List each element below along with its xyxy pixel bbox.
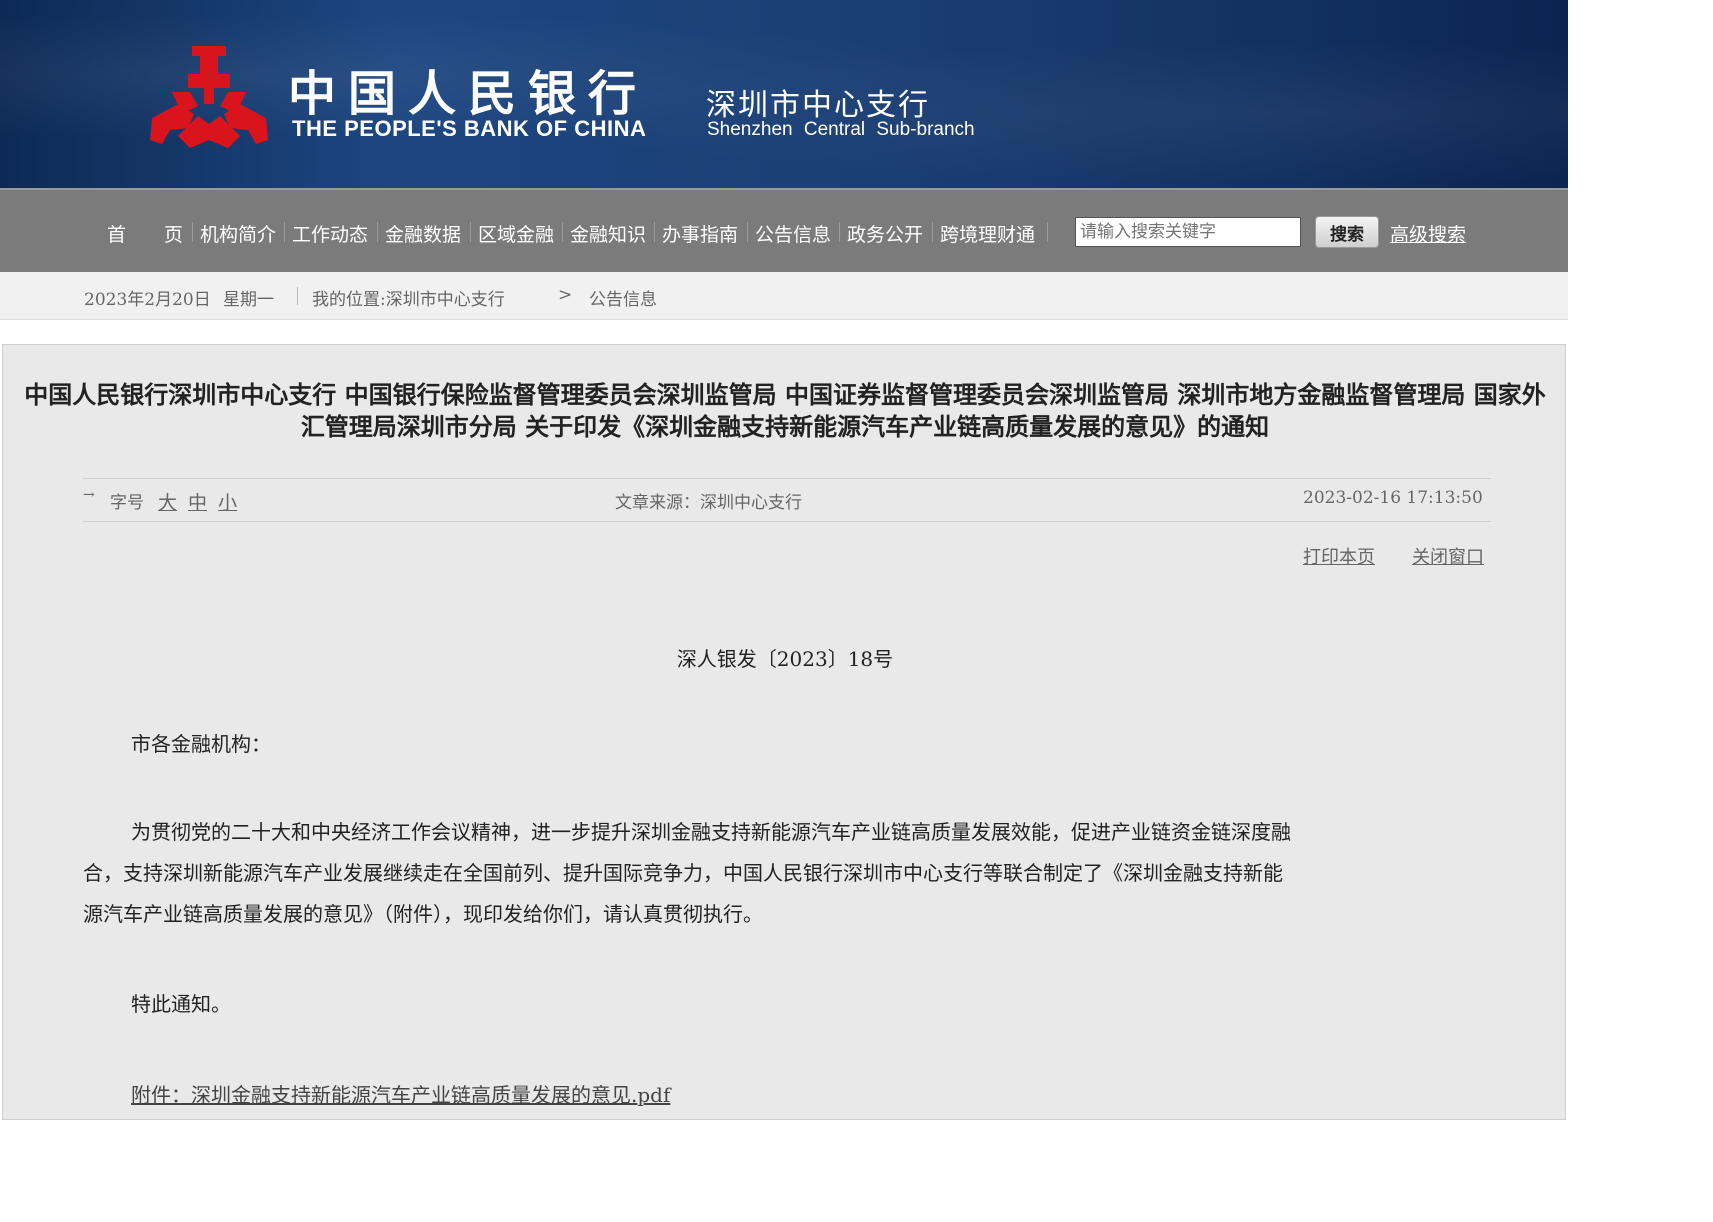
body-line-3: 源汽车产业链高质量发展的意见》（附件），现印发给你们，请认真贯彻执行。: [83, 902, 763, 926]
search-button[interactable]: 搜索: [1315, 216, 1379, 248]
article-panel: 中国人民银行深圳市中心支行 中国银行保险监督管理委员会深圳监管局 中国证券监督管…: [2, 344, 1566, 1120]
meta-divider: [83, 521, 1491, 522]
branch-name-cn: 深圳市中心支行: [706, 88, 930, 123]
nav-divider: [654, 222, 655, 242]
article-title: 中国人民银行深圳市中心支行 中国银行保险监督管理委员会深圳监管局 中国证券监督管…: [24, 380, 1546, 441]
nav-item-about[interactable]: 机构简介: [200, 220, 276, 246]
nav-divider: [562, 222, 563, 242]
nav-item-government-affairs[interactable]: 政务公开: [847, 220, 923, 246]
breadcrumb-current[interactable]: 公告信息: [589, 285, 657, 310]
nav-divider: [470, 222, 471, 242]
body-line-1: 为贯彻党的二十大和中央经济工作会议精神，进一步提升深圳金融支持新能源汽车产业链高…: [131, 820, 1291, 844]
nav-divider: [1047, 222, 1048, 242]
nav-item-regional-finance[interactable]: 区域金融: [478, 220, 554, 246]
nav-item-financial-data[interactable]: 金融数据: [385, 220, 461, 246]
nav-item-service-guide[interactable]: 办事指南: [662, 220, 738, 246]
nav-divider: [377, 222, 378, 242]
font-size-label: 字号: [110, 493, 144, 513]
search-input[interactable]: [1075, 217, 1301, 247]
close-window-link[interactable]: 关闭窗口: [1412, 543, 1484, 569]
document-number: 深人银发〔2023〕18号: [676, 647, 894, 671]
font-size-small-link[interactable]: 小: [218, 488, 237, 515]
current-weekday: 星期一: [223, 290, 274, 310]
meta-divider: [83, 478, 1491, 479]
nav-item-home[interactable]: 首 页: [107, 220, 183, 246]
closing-text: 特此通知。: [131, 992, 231, 1016]
article-datetime: 2023-02-16 17:13:50: [1303, 488, 1483, 508]
print-page-link[interactable]: 打印本页: [1303, 543, 1375, 569]
main-nav: 首 页 机构简介 工作动态 金融数据 区域金融 金融知识 办事指南 公告信息 政…: [0, 188, 1568, 272]
current-date: 2023年2月20日: [84, 290, 211, 310]
nav-item-cross-border-wealth[interactable]: 跨境理财通: [940, 220, 1035, 246]
attachment-link[interactable]: 附件：深圳金融支持新能源汽车产业链高质量发展的意见.pdf: [131, 1079, 670, 1108]
bank-name-en: THE PEOPLE'S BANK OF CHINA: [292, 116, 647, 141]
nav-divider: [839, 222, 840, 242]
body-line-2: 合，支持深圳新能源汽车产业发展继续走在全国前列、提升国际竞争力，中国人民银行深圳…: [83, 861, 1283, 885]
breadcrumb-bar: 2023年2月20日 星期一 我的位置:深圳市中心支行 > 公告信息: [0, 272, 1568, 320]
pboc-emblem-icon: [150, 46, 268, 148]
font-size-medium-link[interactable]: 中: [188, 488, 207, 515]
article-source: 文章来源：深圳中心支行: [615, 493, 802, 513]
advanced-search-link[interactable]: 高级搜索: [1390, 220, 1466, 247]
nav-divider: [284, 222, 285, 242]
nav-item-announcements[interactable]: 公告信息: [755, 220, 831, 246]
nav-item-work-news[interactable]: 工作动态: [292, 220, 368, 246]
nav-divider: [932, 222, 933, 242]
font-size-large-link[interactable]: 大: [158, 488, 177, 515]
bank-name-cn: 中国人民银行: [288, 66, 649, 122]
branch-name-en: Shenzhen Central Sub-branch: [707, 119, 975, 140]
nav-divider: [747, 222, 748, 242]
breadcrumb-arrow-icon: >: [558, 285, 573, 305]
salutation: 市各金融机构：: [131, 732, 271, 756]
breadcrumb-location[interactable]: 我的位置:深圳市中心支行: [312, 285, 505, 310]
arrow-right-icon: →: [83, 487, 95, 503]
breadcrumb-divider: [297, 287, 298, 305]
nav-item-financial-knowledge[interactable]: 金融知识: [570, 220, 646, 246]
nav-divider: [192, 222, 193, 242]
site-banner: 中国人民银行 THE PEOPLE'S BANK OF CHINA 深圳市中心支…: [0, 0, 1568, 188]
